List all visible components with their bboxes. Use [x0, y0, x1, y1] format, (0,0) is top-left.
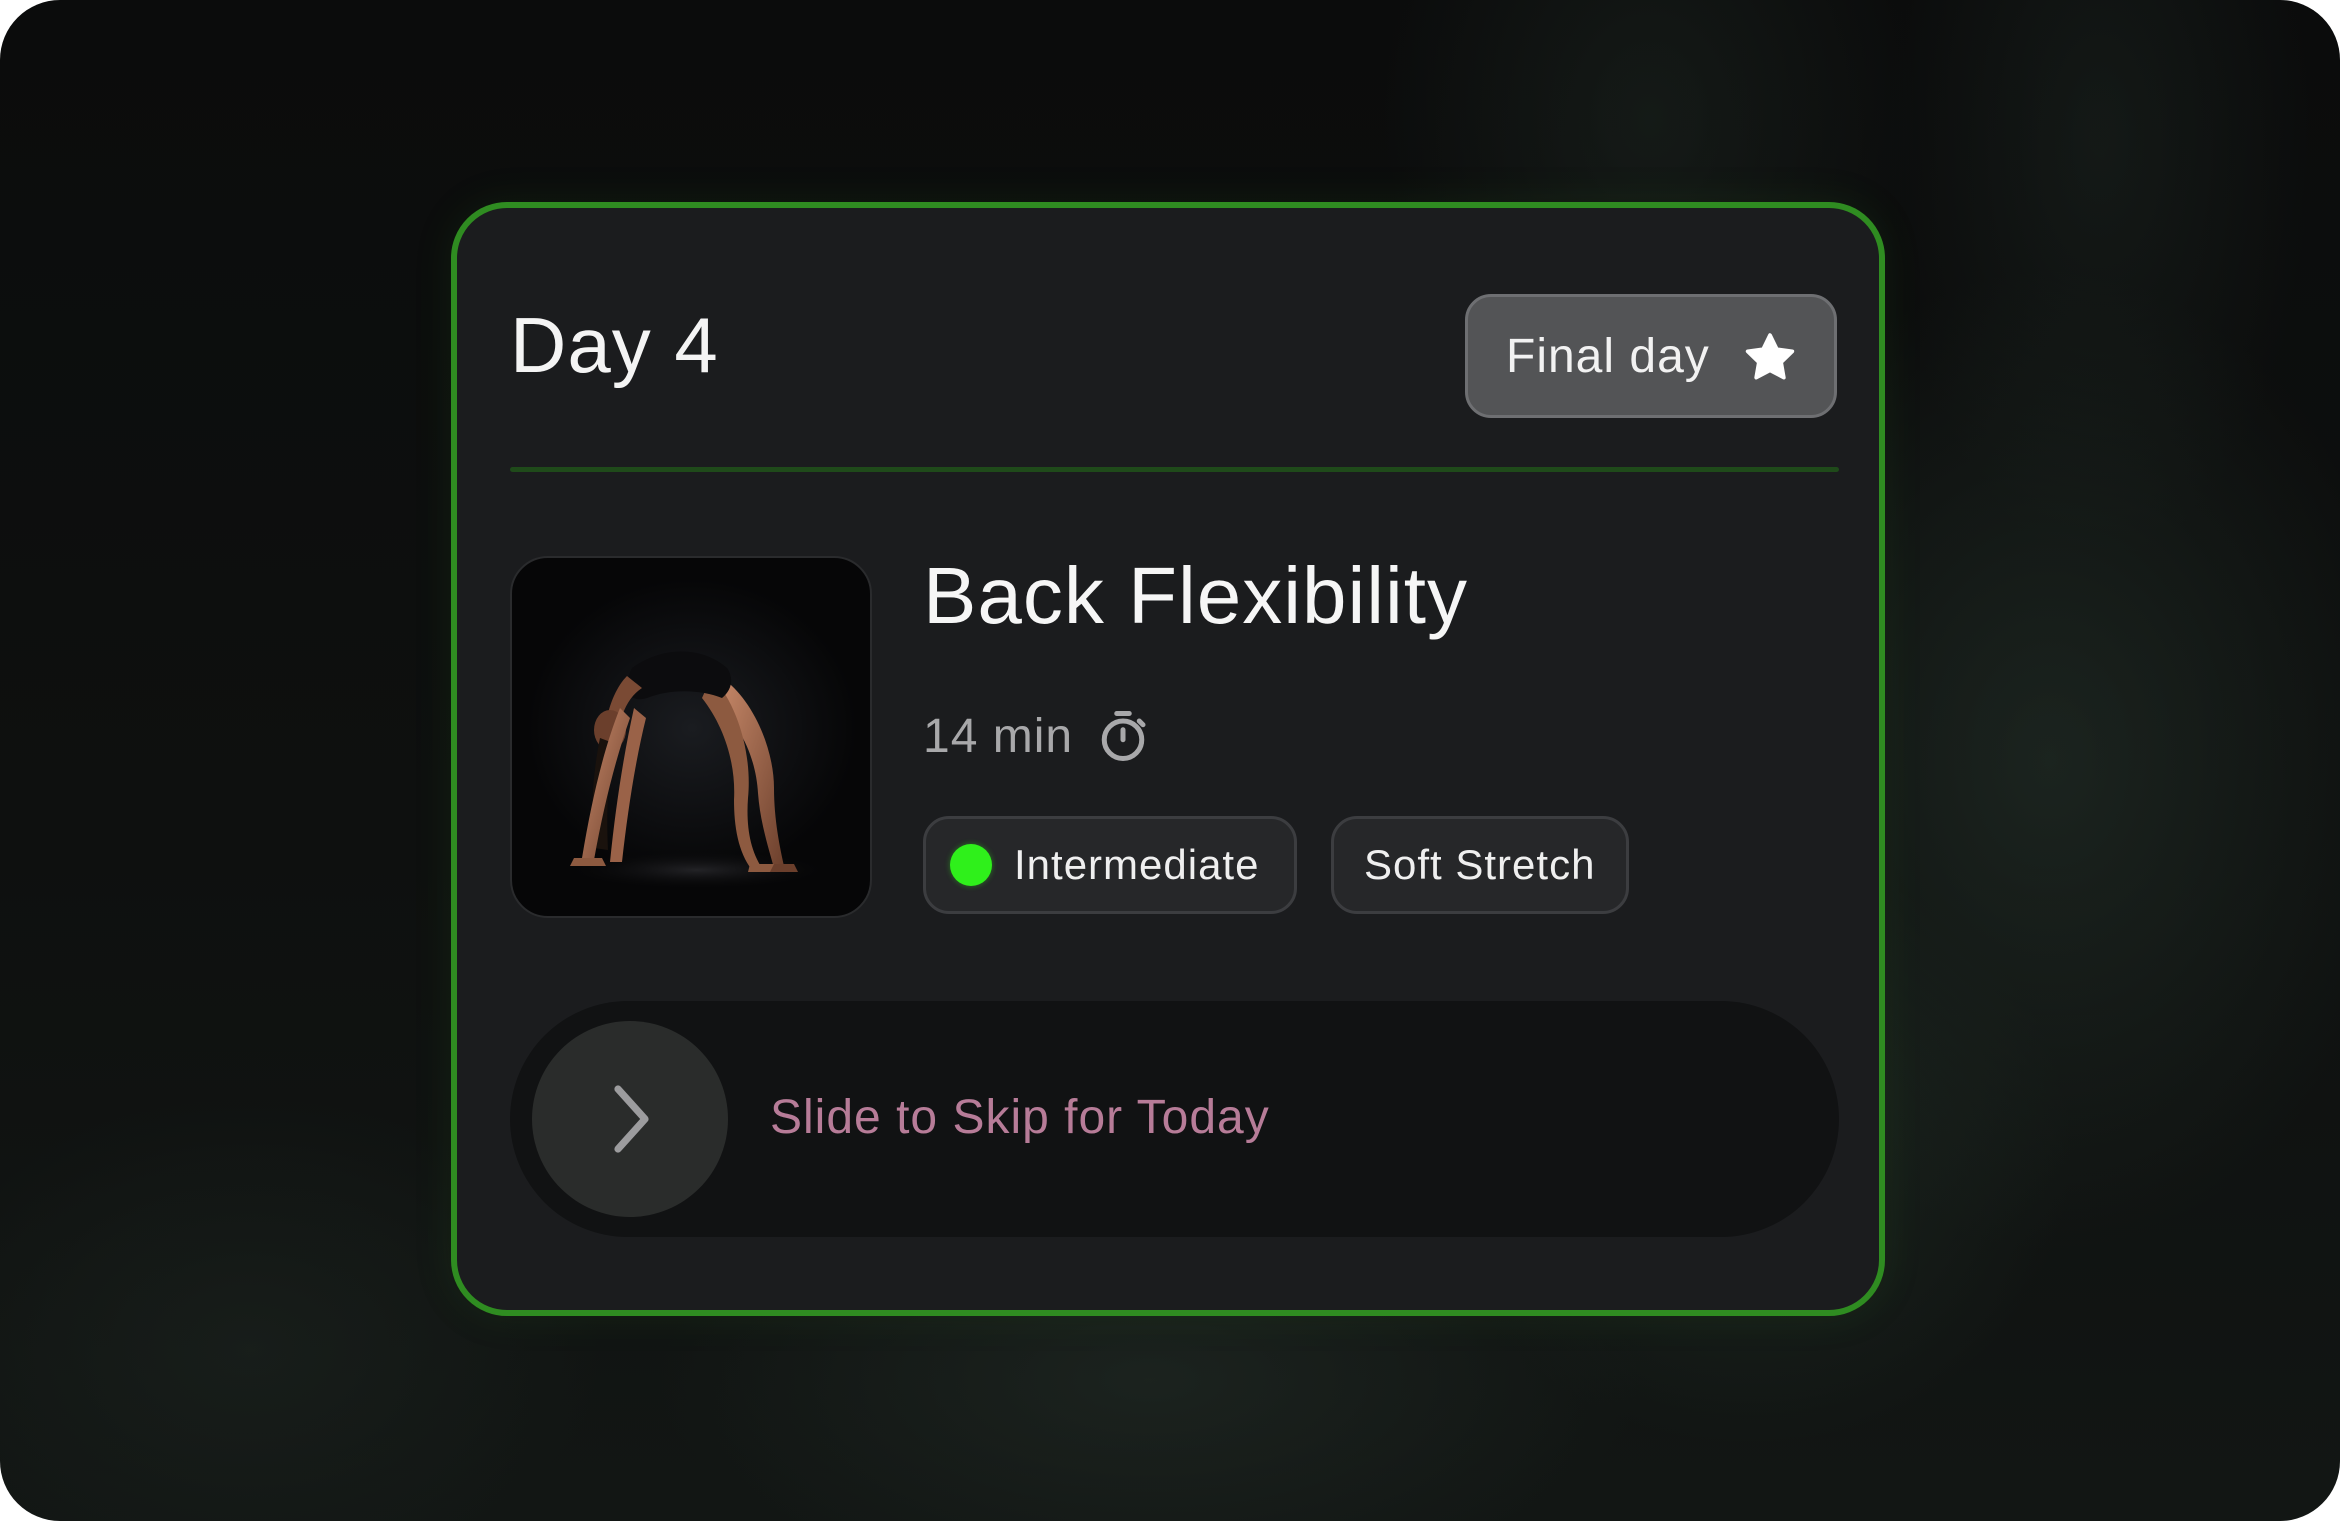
stopwatch-icon	[1101, 711, 1146, 761]
slider-hint: Slide to Skip for Today	[770, 1091, 1270, 1144]
slider-knob[interactable]	[532, 1021, 728, 1217]
difficulty-label: Intermediate	[1014, 841, 1260, 888]
app-background: Day 4 Final day Back Flexibility 14 min …	[0, 0, 2340, 1521]
skip-slider[interactable]: Slide to Skip for Today	[510, 1001, 1839, 1237]
header-divider	[510, 467, 1839, 472]
star-icon	[1745, 333, 1795, 380]
workout-duration: 14 min	[923, 706, 1153, 766]
workout-title: Back Flexibility	[923, 551, 1469, 640]
workout-thumbnail[interactable]	[510, 556, 872, 918]
chevron-right-icon	[614, 1085, 649, 1153]
workout-day-card: Day 4 Final day Back Flexibility 14 min …	[451, 202, 1885, 1316]
style-label: Soft Stretch	[1364, 841, 1596, 888]
duration-text: 14 min	[923, 709, 1074, 763]
day-title: Day 4	[510, 301, 719, 389]
backbend-photo	[547, 651, 847, 892]
difficulty-dot	[950, 844, 992, 886]
final-day-badge[interactable]: Final day	[1465, 294, 1837, 418]
final-day-label: Final day	[1506, 329, 1710, 383]
difficulty-tag[interactable]: Intermediate	[923, 816, 1297, 914]
style-tag[interactable]: Soft Stretch	[1331, 816, 1629, 914]
